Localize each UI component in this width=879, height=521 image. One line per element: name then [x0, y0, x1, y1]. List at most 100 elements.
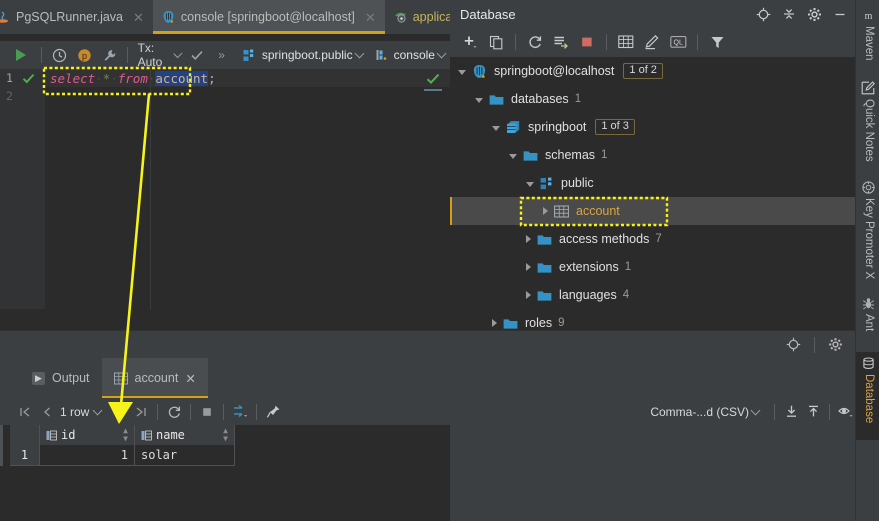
close-icon[interactable]: ✕ — [185, 371, 195, 386]
refresh-icon[interactable] — [523, 31, 547, 53]
table-row[interactable]: 1 1 solar — [10, 445, 235, 466]
folder-icon — [537, 233, 552, 246]
sort-arrows-icon[interactable]: ▲ ▼ — [123, 427, 128, 443]
commit-check-icon[interactable] — [185, 43, 209, 67]
chevron-down-icon[interactable] — [475, 97, 483, 103]
export-format-label[interactable]: Comma-...d (CSV) — [650, 405, 749, 419]
sql-editor[interactable]: 1 2 select · * · from · account ; — [0, 69, 450, 309]
chevron-down-icon[interactable] — [509, 153, 517, 159]
table-grid-icon — [554, 205, 569, 218]
tree-node-languages[interactable]: languages 4 — [450, 281, 855, 309]
tx-mode-dropdown[interactable]: Tx: Auto — [133, 41, 186, 69]
chevron-down-icon[interactable] — [492, 125, 500, 131]
results-toolbar: 1 row Comma-...d (CSV) — [0, 398, 879, 425]
tool-tab-key-promoter-x[interactable]: Key Promoter X — [856, 176, 879, 288]
tree-node-account[interactable]: account — [450, 197, 855, 225]
chevron-right-icon[interactable] — [492, 319, 497, 327]
schema-selector[interactable]: springboot.public — [233, 43, 368, 67]
locate-crosshair-icon[interactable] — [756, 7, 771, 22]
tree-node-schemas[interactable]: schemas 1 — [450, 141, 855, 169]
toolbar-separator — [774, 403, 775, 420]
grid-column-label: id — [61, 428, 76, 442]
chevron-down-icon[interactable] — [750, 405, 761, 415]
grid-column-header-name[interactable]: name ▲ ▼ — [135, 425, 235, 445]
sql-keyword-select: select — [50, 70, 96, 86]
add-plus-icon[interactable] — [458, 31, 482, 53]
grid-header-row: id ▲ ▼ name ▲ ▼ — [10, 425, 235, 445]
value-editor-icon[interactable] — [229, 401, 251, 423]
chevron-double-right-icon[interactable]: » — [209, 43, 233, 67]
grid-cell-id[interactable]: 1 — [40, 445, 135, 466]
whitespace-dot: · — [147, 70, 156, 86]
filter-funnel-icon[interactable] — [705, 31, 729, 53]
export-data-icon[interactable] — [780, 401, 802, 423]
edit-pencil-icon[interactable] — [640, 31, 664, 53]
close-icon[interactable]: ✕ — [133, 11, 144, 24]
editor-tab-console[interactable]: console [springboot@localhost] ✕ — [152, 0, 385, 34]
go-to-last-row-icon[interactable] — [130, 401, 152, 423]
tool-tab-quick-notes[interactable]: Quick Notes — [856, 76, 879, 172]
view-options-eye-icon[interactable] — [835, 401, 857, 423]
stop-square-icon[interactable] — [575, 31, 599, 53]
results-tab-account[interactable]: account ✕ — [101, 358, 209, 398]
toolbar-separator — [256, 403, 258, 420]
chevron-right-icon[interactable] — [526, 235, 531, 243]
tree-node-access-methods[interactable]: access methods 7 — [450, 225, 855, 253]
editor-tab-pgsqlrunner[interactable]: PgSQLRunner.java ✕ — [0, 0, 153, 34]
sync-data-source-icon[interactable] — [549, 31, 573, 53]
session-selector[interactable]: console — [368, 43, 450, 67]
grid-column-header-id[interactable]: id ▲ ▼ — [40, 425, 135, 445]
profile-p-icon[interactable]: p — [72, 43, 97, 67]
toolbar-separator — [157, 403, 159, 420]
editor-gutter: 1 2 — [0, 69, 45, 309]
wrench-icon[interactable] — [97, 43, 122, 67]
history-clock-icon[interactable] — [47, 43, 72, 67]
minimize-icon[interactable] — [833, 7, 847, 21]
tool-tab-label: Quick Notes — [862, 99, 875, 162]
result-data-grid[interactable]: id ▲ ▼ name ▲ ▼ 1 1 solar — [0, 425, 450, 521]
chevron-down-icon[interactable] — [92, 405, 103, 415]
postgres-icon — [162, 10, 175, 24]
pin-tab-icon[interactable] — [262, 401, 284, 423]
locate-crosshair-icon[interactable] — [786, 337, 801, 352]
tool-tab-ant[interactable]: Ant — [856, 292, 879, 344]
database-tree[interactable]: springboot@localhost 1 of 2 databases 1 spri… — [450, 57, 855, 330]
chevron-right-icon[interactable] — [526, 291, 531, 299]
chevron-down-icon[interactable] — [526, 181, 534, 187]
tool-tab-database[interactable]: Database — [856, 352, 879, 440]
sql-semicolon: ; — [208, 70, 216, 86]
tree-node-roles[interactable]: roles 9 — [450, 309, 855, 330]
close-icon[interactable]: ✕ — [365, 11, 376, 24]
tree-node-databases[interactable]: databases 1 — [450, 85, 855, 113]
tree-node-public[interactable]: public — [450, 169, 855, 197]
inspection-ok-check-icon[interactable] — [426, 72, 440, 86]
import-data-icon[interactable] — [802, 401, 824, 423]
query-console-ql-icon[interactable]: QL — [666, 31, 690, 53]
editor-tab-application-properties[interactable]: application.pro — [384, 0, 450, 34]
tree-node-springboot-localhost[interactable]: springboot@localhost 1 of 2 — [450, 57, 855, 85]
tree-node-springboot[interactable]: springboot 1 of 3 — [450, 113, 855, 141]
results-tab-output[interactable]: ▶ Output — [20, 358, 102, 398]
go-to-next-row-icon[interactable] — [108, 401, 130, 423]
go-to-first-row-icon[interactable] — [14, 401, 36, 423]
chevron-right-icon[interactable] — [543, 207, 548, 215]
grid-column-label: name — [156, 428, 185, 442]
tool-tab-maven[interactable]: m Maven — [856, 4, 879, 70]
chevron-down-icon[interactable] — [458, 69, 466, 75]
tree-node-label: roles — [525, 316, 553, 330]
gear-icon[interactable] — [828, 337, 843, 352]
tree-node-extensions[interactable]: extensions 1 — [450, 253, 855, 281]
go-to-prev-row-icon[interactable] — [36, 401, 58, 423]
reload-page-icon[interactable] — [163, 401, 185, 423]
gear-icon[interactable] — [807, 7, 822, 22]
stop-icon[interactable] — [196, 401, 218, 423]
run-icon[interactable] — [8, 43, 36, 67]
editor-bottom-fill — [0, 309, 450, 330]
sort-arrows-icon[interactable]: ▲ ▼ — [223, 427, 228, 443]
grid-cell-name[interactable]: solar — [135, 445, 235, 466]
collapse-all-icon[interactable] — [782, 7, 796, 21]
chevron-right-icon[interactable] — [526, 263, 531, 271]
table-grid-icon[interactable] — [614, 31, 638, 53]
duplicate-icon[interactable] — [484, 31, 508, 53]
line-number: 1 — [6, 71, 13, 85]
